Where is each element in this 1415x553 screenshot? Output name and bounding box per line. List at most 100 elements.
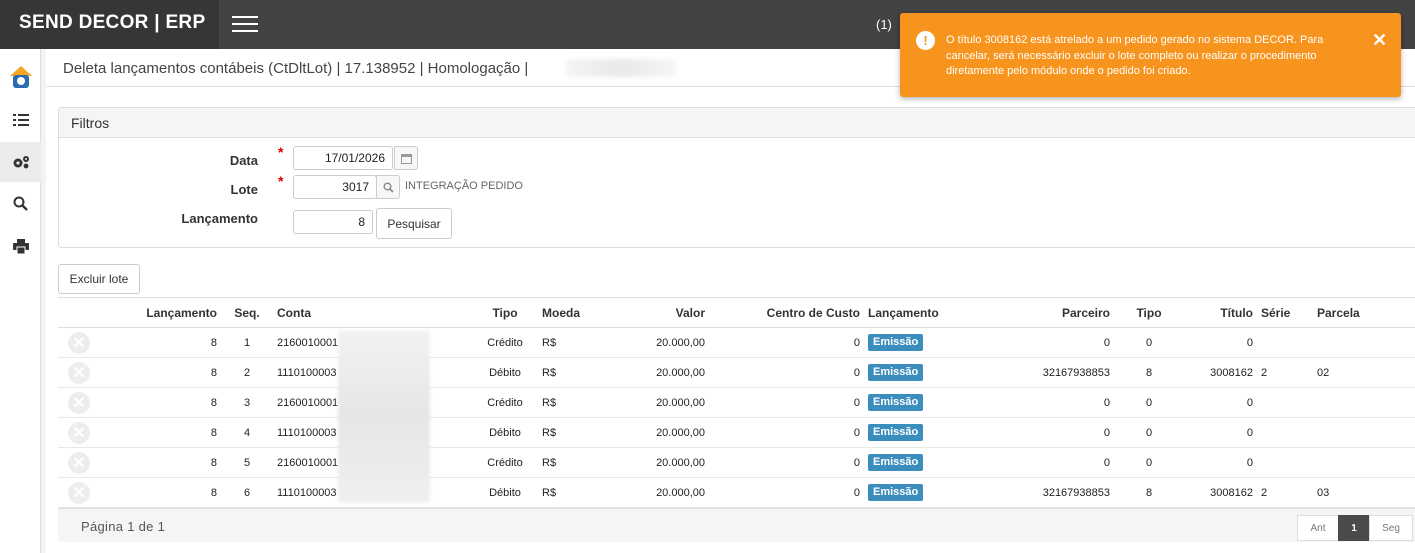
col-tipo-parceiro[interactable]: Tipo	[1114, 297, 1184, 328]
row-parcela	[1313, 417, 1415, 448]
page-title: Deleta lançamentos contábeis (CtDltLot) …	[63, 60, 529, 77]
row-lancamento-tipo: Emissão	[864, 477, 981, 508]
main-content: Deleta lançamentos contábeis (CtDltLot) …	[46, 49, 1415, 553]
row-tipo-parceiro: 8	[1114, 477, 1184, 508]
row-moeda: R$	[538, 447, 604, 478]
lancamento-field[interactable]: 8	[293, 210, 373, 234]
menu-toggle-icon[interactable]	[232, 16, 258, 34]
row-parceiro: 0	[981, 387, 1114, 418]
lote-description: INTEGRAÇÃO PEDIDO	[405, 180, 523, 192]
table-row[interactable]: ✕ 8 4 1110100003 Débito R$ 20.000,00 0 Emissão 0 0…	[58, 417, 1415, 448]
required-mark: *	[278, 173, 284, 189]
delete-row-icon[interactable]: ✕	[68, 361, 90, 384]
cogs-icon[interactable]	[0, 142, 41, 182]
prev-page-button[interactable]: Ant	[1297, 515, 1339, 541]
exclamation-icon: !	[916, 31, 935, 50]
row-moeda: R$	[538, 387, 604, 418]
row-centro-custo: 0	[709, 417, 864, 448]
row-lancamento-tipo: Emissão	[864, 387, 981, 418]
row-titulo: 0	[1184, 447, 1257, 478]
row-lancamento: 8	[98, 387, 221, 418]
search-icon[interactable]	[376, 175, 400, 199]
next-page-button[interactable]: Seg	[1369, 515, 1413, 541]
notification-count[interactable]: (1)	[876, 17, 892, 32]
close-icon[interactable]: ✕	[1372, 30, 1387, 51]
table-row[interactable]: ✕ 8 5 2160010001 Crédito R$ 20.000,00 0 Emissão 0…	[58, 447, 1415, 478]
sidebar	[0, 49, 41, 553]
page-1-button[interactable]: 1	[1338, 515, 1370, 541]
row-valor: 20.000,00	[604, 477, 709, 508]
row-valor: 20.000,00	[604, 447, 709, 478]
table-row[interactable]: ✕ 8 3 2160010001 Crédito R$ 20.000,00 0 Emissão 0…	[58, 387, 1415, 418]
sidebar-home-logo-icon[interactable]	[0, 57, 41, 97]
row-tipo-parceiro: 0	[1114, 417, 1184, 448]
row-lancamento: 8	[98, 417, 221, 448]
row-lancamento-tipo: Emissão	[864, 327, 981, 358]
table-row[interactable]: ✕ 8 6 1110100003 Débito R$ 20.000,00 0 Emissão 32…	[58, 477, 1415, 508]
entries-table: Lançamento Seq. Conta Tipo Moeda Valor C…	[58, 297, 1415, 508]
row-valor: 20.000,00	[604, 417, 709, 448]
row-tipo: Débito	[472, 477, 538, 508]
row-parcela: 02	[1313, 357, 1415, 388]
row-serie	[1257, 417, 1313, 448]
row-lancamento: 8	[98, 357, 221, 388]
row-moeda: R$	[538, 477, 604, 508]
redacted-area	[566, 59, 676, 77]
row-centro-custo: 0	[709, 477, 864, 508]
row-tipo-parceiro: 8	[1114, 357, 1184, 388]
status-badge: Emissão	[868, 484, 924, 501]
row-seq: 3	[221, 387, 273, 418]
col-centro-custo[interactable]: Centro de Custo	[709, 297, 864, 328]
filters-title: Filtros	[59, 108, 1415, 138]
row-titulo: 0	[1184, 417, 1257, 448]
table-header: Lançamento Seq. Conta Tipo Moeda Valor C…	[58, 297, 1415, 328]
row-seq: 6	[221, 477, 273, 508]
delete-row-icon[interactable]: ✕	[68, 391, 90, 414]
col-lancamento-tipo[interactable]: Lançamento	[864, 297, 981, 328]
table-row[interactable]: ✕ 8 1 2160010001 Crédito R$ 20.000,00 0 Emissão 0…	[58, 327, 1415, 358]
lote-field[interactable]: 3017	[293, 175, 377, 199]
data-field[interactable]: 17/01/2026	[293, 146, 393, 170]
delete-row-icon[interactable]: ✕	[68, 481, 90, 504]
search-icon[interactable]	[0, 183, 41, 223]
col-moeda[interactable]: Moeda	[538, 297, 604, 328]
row-centro-custo: 0	[709, 387, 864, 418]
search-button[interactable]: Pesquisar	[376, 208, 452, 239]
col-parcela[interactable]: Parcela	[1313, 297, 1415, 328]
row-serie	[1257, 387, 1313, 418]
status-badge: Emissão	[868, 334, 924, 351]
col-conta[interactable]: Conta	[273, 297, 472, 328]
row-tipo-parceiro: 0	[1114, 327, 1184, 358]
row-titulo: 3008162	[1184, 477, 1257, 508]
list-icon[interactable]	[0, 100, 41, 140]
delete-lot-button[interactable]: Excluir lote	[58, 264, 140, 294]
calendar-icon[interactable]	[394, 146, 418, 170]
warning-toast: ! O título 3008162 está atrelado a um pe…	[900, 13, 1401, 97]
col-valor[interactable]: Valor	[604, 297, 709, 328]
row-lancamento-tipo: Emissão	[864, 417, 981, 448]
row-seq: 4	[221, 417, 273, 448]
row-valor: 20.000,00	[604, 327, 709, 358]
row-moeda: R$	[538, 417, 604, 448]
row-parceiro: 32167938853	[981, 357, 1114, 388]
row-serie: 2	[1257, 357, 1313, 388]
row-titulo: 0	[1184, 327, 1257, 358]
row-moeda: R$	[538, 357, 604, 388]
col-serie[interactable]: Série	[1257, 297, 1313, 328]
delete-row-icon[interactable]: ✕	[68, 421, 90, 444]
col-lancamento[interactable]: Lançamento	[98, 297, 221, 328]
col-titulo[interactable]: Título	[1184, 297, 1257, 328]
col-seq[interactable]: Seq.	[221, 297, 273, 328]
delete-row-icon[interactable]: ✕	[68, 451, 90, 474]
col-parceiro[interactable]: Parceiro	[981, 297, 1114, 328]
status-badge: Emissão	[868, 454, 924, 471]
col-tipo[interactable]: Tipo	[472, 297, 538, 328]
row-parceiro: 0	[981, 327, 1114, 358]
delete-row-icon[interactable]: ✕	[68, 331, 90, 354]
app-brand: SEND DECOR | ERP	[0, 0, 219, 49]
row-centro-custo: 0	[709, 357, 864, 388]
print-icon[interactable]	[0, 226, 41, 266]
page-info: Página 1 de 1	[81, 519, 166, 534]
row-lancamento: 8	[98, 477, 221, 508]
table-row[interactable]: ✕ 8 2 1110100003 Débito R$ 20.000,00 0 Emissão 32…	[58, 357, 1415, 388]
